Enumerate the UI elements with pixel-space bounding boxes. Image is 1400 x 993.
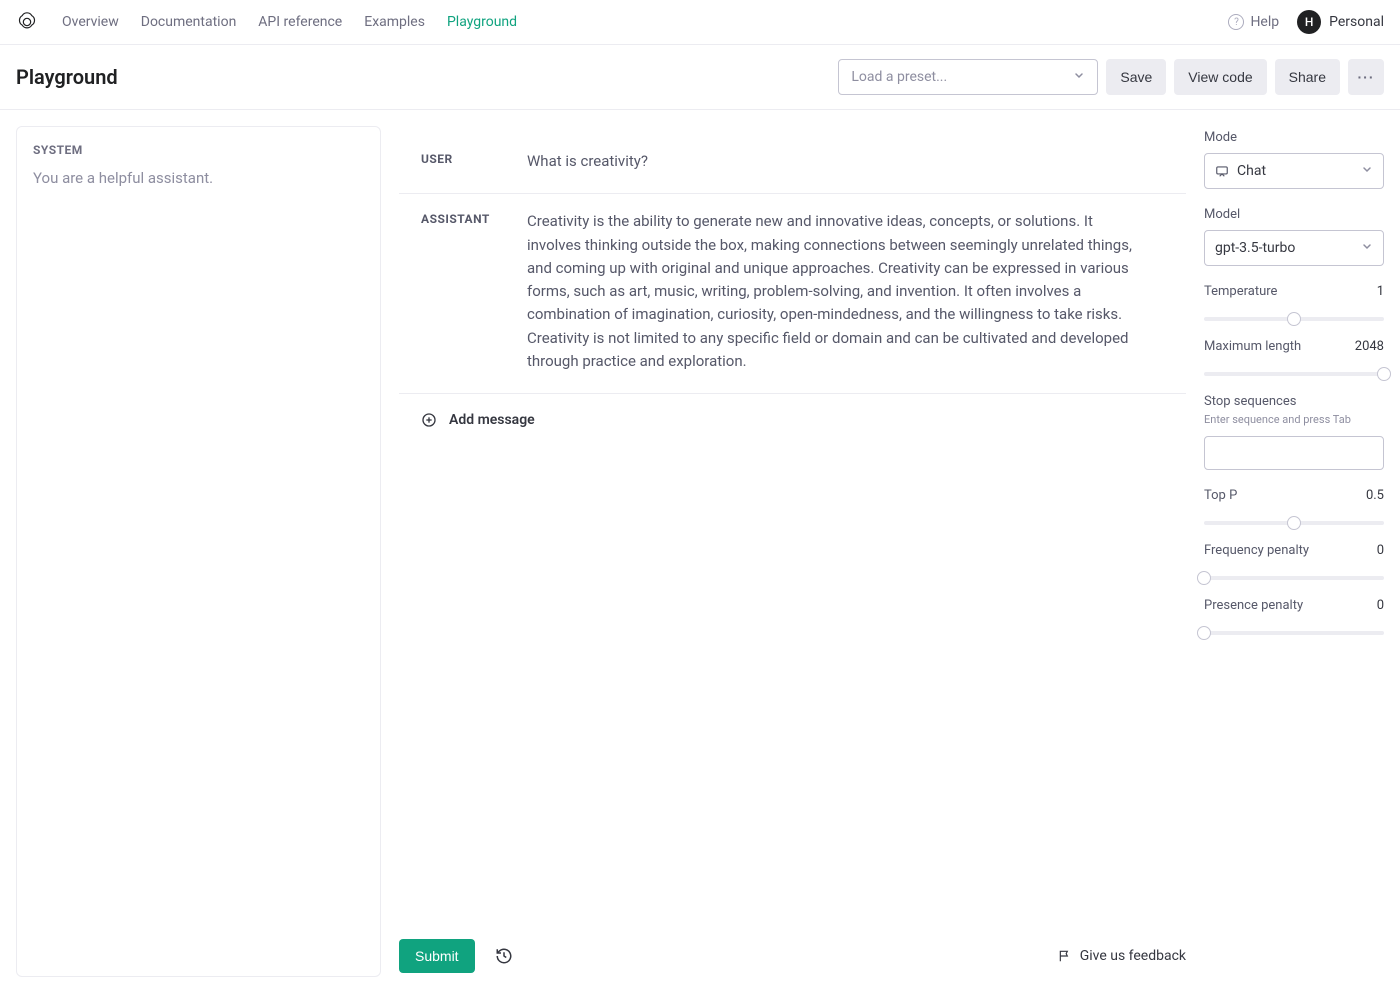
system-panel: SYSTEM <box>16 126 381 977</box>
slider-thumb[interactable] <box>1197 571 1211 585</box>
slider-thumb[interactable] <box>1197 626 1211 640</box>
settings-panel: Mode Chat Model gpt-3.5-turbo Temperatur <box>1204 126 1384 977</box>
stop-hint: Enter sequence and press Tab <box>1204 413 1384 426</box>
flag-icon <box>1058 949 1072 963</box>
system-input[interactable] <box>33 169 364 960</box>
top-p-label: Top P <box>1204 488 1237 503</box>
workspace: SYSTEM USER What is creativity? ASSISTANT C… <box>0 110 1400 993</box>
help-icon: ? <box>1228 14 1244 30</box>
freq-penalty-slider[interactable] <box>1204 576 1384 580</box>
avatar: H <box>1297 10 1321 34</box>
add-message-label: Add message <box>449 412 535 428</box>
nav-items: Overview Documentation API reference Exampl… <box>62 14 1228 30</box>
history-button[interactable] <box>489 941 519 971</box>
model-select[interactable]: gpt-3.5-turbo <box>1204 230 1384 266</box>
message-role: ASSISTANT <box>421 210 499 373</box>
nav-item-playground[interactable]: Playground <box>447 14 517 30</box>
model-label: Model <box>1204 207 1384 222</box>
chat-panel: USER What is creativity? ASSISTANT Creativi… <box>399 126 1186 977</box>
nav-item-overview[interactable]: Overview <box>62 14 119 30</box>
top-p-value: 0.5 <box>1366 488 1384 503</box>
max-length-value: 2048 <box>1355 339 1384 354</box>
more-button[interactable]: ··· <box>1348 59 1384 95</box>
add-message-button[interactable]: Add message <box>399 394 1186 446</box>
stop-label: Stop sequences <box>1204 394 1384 409</box>
message-content[interactable]: Creativity is the ability to generate ne… <box>527 210 1186 373</box>
message-row[interactable]: ASSISTANT Creativity is the ability to ge… <box>399 194 1186 394</box>
model-value: gpt-3.5-turbo <box>1215 240 1295 256</box>
freq-penalty-label: Frequency penalty <box>1204 543 1309 558</box>
openai-logo-icon[interactable] <box>16 11 38 33</box>
nav-item-examples[interactable]: Examples <box>364 14 425 30</box>
max-length-label: Maximum length <box>1204 339 1301 354</box>
messages: USER What is creativity? ASSISTANT Creativi… <box>399 134 1186 931</box>
slider-thumb[interactable] <box>1287 312 1301 326</box>
slider-thumb[interactable] <box>1287 516 1301 530</box>
account-label: Personal <box>1329 14 1384 30</box>
pres-penalty-slider[interactable] <box>1204 631 1384 635</box>
feedback-link[interactable]: Give us feedback <box>1058 948 1186 964</box>
ellipsis-icon: ··· <box>1358 69 1375 85</box>
temperature-value: 1 <box>1377 284 1384 299</box>
history-icon <box>495 947 513 965</box>
preset-select[interactable]: Load a preset... <box>838 59 1098 95</box>
preset-placeholder: Load a preset... <box>851 69 947 85</box>
nav-item-documentation[interactable]: Documentation <box>141 14 237 30</box>
plus-circle-icon <box>421 412 437 428</box>
chevron-down-icon <box>1361 240 1373 256</box>
chat-icon <box>1215 164 1229 178</box>
mode-value: Chat <box>1237 163 1266 179</box>
page-title: Playground <box>16 65 838 89</box>
help-label: Help <box>1250 14 1279 30</box>
message-role: USER <box>421 150 499 173</box>
share-button[interactable]: Share <box>1275 59 1340 95</box>
temperature-slider[interactable] <box>1204 317 1384 321</box>
system-label: SYSTEM <box>33 143 364 157</box>
slider-thumb[interactable] <box>1377 367 1391 381</box>
account-menu[interactable]: H Personal <box>1297 10 1384 34</box>
pres-penalty-value: 0 <box>1377 598 1384 613</box>
toolbar: Playground Load a preset... Save View co… <box>0 45 1400 110</box>
chat-footer: Submit Give us feedback <box>399 931 1186 977</box>
stop-input[interactable] <box>1204 436 1384 470</box>
nav-item-api-reference[interactable]: API reference <box>258 14 342 30</box>
message-row[interactable]: USER What is creativity? <box>399 134 1186 194</box>
message-content[interactable]: What is creativity? <box>527 150 1186 173</box>
view-code-button[interactable]: View code <box>1174 59 1266 95</box>
freq-penalty-value: 0 <box>1377 543 1384 558</box>
mode-label: Mode <box>1204 130 1384 145</box>
mode-select[interactable]: Chat <box>1204 153 1384 189</box>
chevron-down-icon <box>1361 163 1373 179</box>
save-button[interactable]: Save <box>1106 59 1166 95</box>
pres-penalty-label: Presence penalty <box>1204 598 1303 613</box>
submit-button[interactable]: Submit <box>399 939 475 973</box>
temperature-label: Temperature <box>1204 284 1277 299</box>
top-p-slider[interactable] <box>1204 521 1384 525</box>
top-nav: Overview Documentation API reference Exampl… <box>0 0 1400 45</box>
feedback-label: Give us feedback <box>1080 948 1186 964</box>
help-link[interactable]: ? Help <box>1228 14 1279 30</box>
chevron-down-icon <box>1073 69 1085 85</box>
max-length-slider[interactable] <box>1204 372 1384 376</box>
